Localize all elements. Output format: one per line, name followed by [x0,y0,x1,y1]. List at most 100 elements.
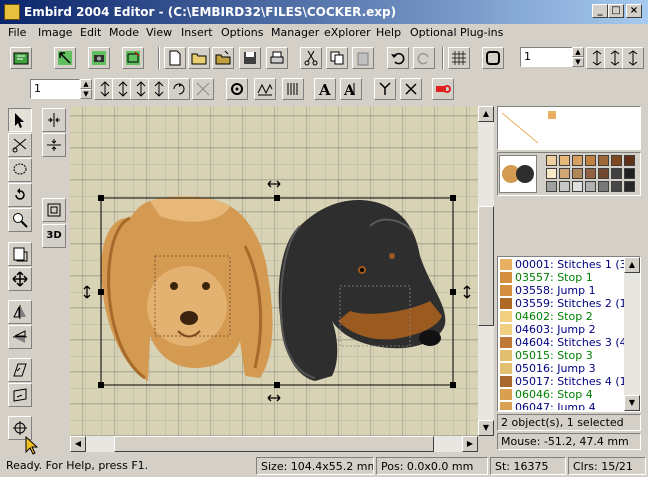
palette-swatch[interactable] [546,155,557,166]
palette-swatch[interactable] [585,168,596,179]
palette-swatch[interactable] [611,155,622,166]
mirror-vertical-button[interactable] [8,325,32,349]
resize-handle-bottom-right[interactable] [450,382,456,388]
menu-image[interactable]: Image [38,26,72,39]
skew-horizontal-button[interactable] [8,358,32,382]
palette-swatch[interactable] [611,168,622,179]
settings-button[interactable] [226,78,248,100]
frame-tool-button[interactable] [42,198,66,222]
palette-swatches[interactable] [546,155,638,193]
menu-options[interactable]: Options [221,26,263,39]
open-file-button[interactable] [188,47,210,69]
grid-button[interactable] [448,47,470,69]
vertical-scroll-thumb[interactable] [478,206,494,326]
cut-button[interactable] [300,47,322,69]
resize-handle-right[interactable] [450,289,456,295]
branch-button[interactable] [374,78,396,100]
thumbnail-preview[interactable] [499,155,537,193]
palette-swatch[interactable] [598,181,609,192]
mirror-horizontal-button[interactable] [8,300,32,324]
menu-manager[interactable]: Manager [271,26,319,39]
scroll-down-button[interactable]: ▼ [478,420,494,436]
horizontal-scroll-thumb[interactable] [114,436,434,452]
resize-handle-bottom[interactable] [274,382,280,388]
new-file-button[interactable] [164,47,186,69]
stitch-number-spinner[interactable]: ▲ ▼ [572,47,584,67]
scissors-tool-button[interactable] [8,133,32,157]
hoop-button[interactable] [482,47,504,69]
camera-tool-button[interactable] [88,47,110,69]
design-tool-button[interactable] [10,47,32,69]
skew-vertical-button[interactable] [8,383,32,407]
list-scroll-up-button[interactable]: ▲ [624,257,640,273]
palette-swatch[interactable] [546,181,557,192]
undo-button[interactable] [387,47,409,69]
lock-button[interactable] [432,78,454,100]
paste-button[interactable] [352,47,374,69]
resize-handle-bottom-left[interactable] [98,382,104,388]
align-vertical-button[interactable] [42,133,66,157]
stitch-number-input[interactable]: 1 [520,47,578,67]
resize-handle-top-left[interactable] [98,195,104,201]
resize-handle-left[interactable] [98,289,104,295]
palette-swatch[interactable] [611,181,622,192]
print-button[interactable] [266,47,288,69]
page-tool-button[interactable] [8,242,32,266]
palette-swatch[interactable] [585,155,596,166]
align-horizontal-button[interactable] [42,108,66,132]
text-edit-button[interactable]: A [340,78,362,100]
zoom-tool-button[interactable] [8,208,32,232]
delete-button[interactable] [400,78,422,100]
palette-swatch[interactable] [585,181,596,192]
hoop-tool-button[interactable] [122,47,144,69]
menu-insert[interactable]: Insert [181,26,213,39]
select-tool-button[interactable] [8,108,32,132]
maximize-button[interactable]: □ [608,4,624,18]
resize-handle-top[interactable] [274,195,280,201]
palette-swatch[interactable] [559,168,570,179]
palette-swatch[interactable] [624,181,635,192]
palette-swatch[interactable] [572,155,583,166]
3d-view-button[interactable]: 3D [42,224,66,248]
menu-view[interactable]: View [146,26,172,39]
menu-explorer[interactable]: eXplorer [324,26,371,39]
object-list[interactable]: 00001: Stitches 1 (35503557: Stop 103558… [497,256,641,412]
vertical-scrollbar[interactable]: ▲ ▼ [478,106,494,436]
move-last-button[interactable] [148,78,170,100]
close-button[interactable]: × [626,4,642,18]
thread-number-spinner[interactable]: ▲ ▼ [80,79,92,99]
minimize-button[interactable]: _ [592,4,608,18]
rotate-tool-button[interactable] [8,183,32,207]
thread-number-input[interactable]: 1 [30,79,80,99]
lasso-tool-button[interactable] [8,158,32,182]
redo-button[interactable] [413,47,435,69]
join-button[interactable] [192,78,214,100]
open-folder-button[interactable] [212,47,234,69]
menu-optional-plugins[interactable]: Optional Plug-ins [410,26,503,39]
satin-button[interactable] [254,78,276,100]
palette-swatch[interactable] [559,181,570,192]
palette-swatch[interactable] [572,181,583,192]
palette-swatch[interactable] [598,168,609,179]
object-list-scrollbar[interactable]: ▲ ▼ [624,257,640,411]
horizontal-scrollbar[interactable]: ◀ ▶ [70,436,478,452]
palette-swatch[interactable] [572,168,583,179]
density-button[interactable] [282,78,304,100]
list-scroll-down-button[interactable]: ▼ [624,395,640,411]
resize-handle-top-right[interactable] [450,195,456,201]
arrow-tool-button[interactable] [54,47,76,69]
palette-swatch[interactable] [624,155,635,166]
palette-swatch[interactable] [546,168,557,179]
palette-swatch[interactable] [624,168,635,179]
scroll-up-button[interactable]: ▲ [478,106,494,122]
scroll-right-button[interactable]: ▶ [462,436,478,452]
design-canvas[interactable] [70,106,478,436]
save-button[interactable] [239,47,261,69]
menu-edit[interactable]: Edit [80,26,101,39]
palette-swatch[interactable] [598,155,609,166]
move-tool-button[interactable] [8,267,32,291]
palette-swatch[interactable] [559,155,570,166]
menu-help[interactable]: Help [376,26,401,39]
stitch-jump-button[interactable] [622,47,644,69]
rotate-button[interactable] [168,78,190,100]
